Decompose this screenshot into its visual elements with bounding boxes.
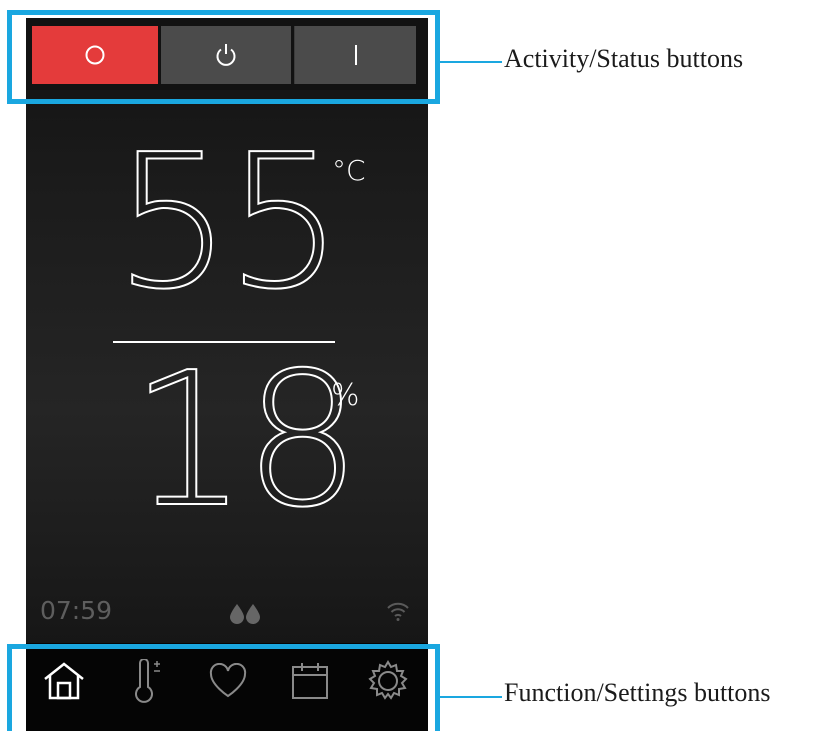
humidity-unit: % [331,378,360,413]
clock: 07:59 [40,596,113,625]
wifi-icon [386,600,410,626]
function-callout-box [7,644,440,731]
device-screen: 55 °C 18 % 07:59 [26,18,428,731]
temperature-unit: °C [332,154,366,187]
drops-icon [228,602,262,628]
humidity-value[interactable]: 18 [129,347,362,534]
status-callout-line [440,61,502,63]
function-callout-line [440,696,502,698]
function-callout-label: Function/Settings buttons [504,678,771,707]
status-callout-box [7,10,440,104]
status-callout-label: Activity/Status buttons [504,44,744,73]
page: 55 °C 18 % 07:59 Activity/Status buttons… [0,0,839,731]
temperature-value[interactable]: 55 [113,129,344,316]
